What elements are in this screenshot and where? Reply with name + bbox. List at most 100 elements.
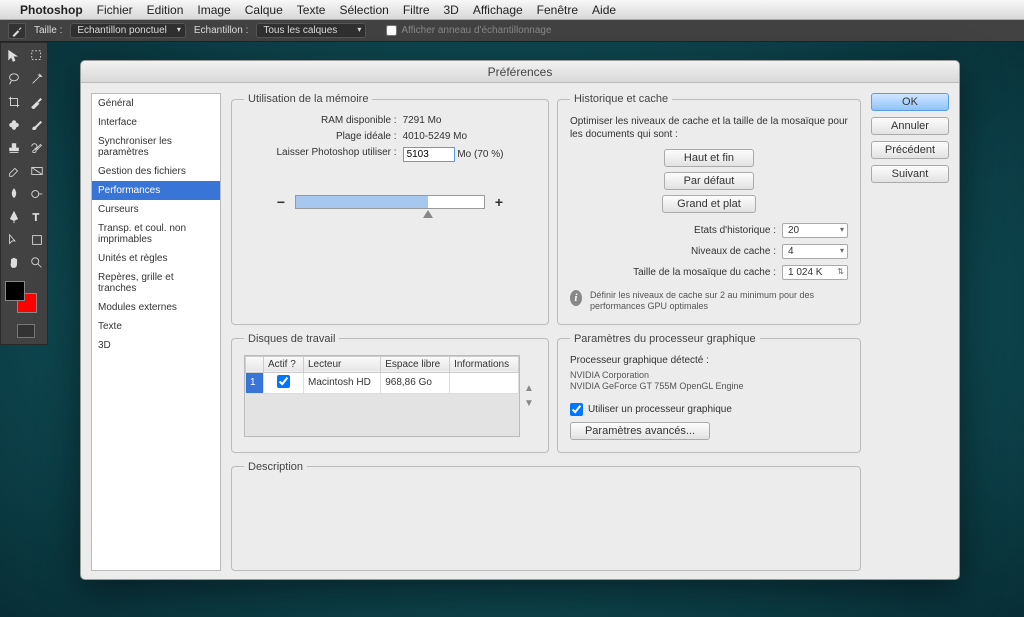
memory-amount-input[interactable] — [403, 147, 455, 162]
memory-unit-label: Mo (70 %) — [457, 149, 503, 160]
gpu-model: NVIDIA GeForce GT 755M OpenGL Engine — [570, 381, 848, 393]
cache-levels-dropdown[interactable]: 4 — [782, 244, 848, 259]
sidebar-item-cursors[interactable]: Curseurs — [92, 200, 220, 219]
next-button[interactable]: Suivant — [871, 165, 949, 183]
menu-edit[interactable]: Edition — [147, 3, 184, 17]
prev-button[interactable]: Précédent — [871, 141, 949, 159]
gradient-tool-icon[interactable] — [26, 160, 48, 182]
gpu-legend: Paramètres du processeur graphique — [570, 333, 760, 345]
sidebar-item-interface[interactable]: Interface — [92, 113, 220, 132]
history-brush-tool-icon[interactable] — [26, 137, 48, 159]
sidebar-item-plugins[interactable]: Modules externes — [92, 298, 220, 317]
sample-layers-dropdown[interactable]: Tous les calques — [256, 23, 366, 38]
history-states-dropdown[interactable]: 20 — [782, 223, 848, 238]
menu-file[interactable]: Fichier — [97, 3, 133, 17]
cache-levels-label: Niveaux de cache : — [633, 246, 776, 257]
description-group: Description — [231, 461, 861, 571]
stamp-tool-icon[interactable] — [3, 137, 25, 159]
use-gpu-checkbox[interactable]: Utiliser un processeur graphique — [570, 403, 848, 416]
sidebar-item-filehandling[interactable]: Gestion des fichiers — [92, 162, 220, 181]
preset-default-button[interactable]: Par défaut — [664, 172, 754, 190]
brush-tool-icon[interactable] — [26, 114, 48, 136]
cancel-button[interactable]: Annuler — [871, 117, 949, 135]
move-tool-icon[interactable] — [3, 45, 25, 67]
svg-text:T: T — [33, 212, 40, 224]
scratch-disks-group: Disques de travail Actif ? Lecteur Espac… — [231, 333, 549, 453]
memory-increase-button[interactable]: + — [493, 194, 505, 210]
preset-big-flat-button[interactable]: Grand et plat — [662, 195, 756, 213]
ram-available-label: RAM disponible : — [276, 115, 396, 126]
col-active: Actif ? — [264, 356, 304, 372]
memory-legend: Utilisation de la mémoire — [244, 93, 372, 105]
menu-3d[interactable]: 3D — [444, 3, 459, 17]
tools-panel: T — [0, 42, 48, 345]
disk-active-checkbox[interactable] — [277, 375, 290, 388]
history-legend: Historique et cache — [570, 93, 672, 105]
cache-tile-stepper[interactable]: 1 024 K — [782, 265, 848, 280]
table-row[interactable]: 1 Macintosh HD 968,86 Go — [246, 372, 519, 393]
menu-text[interactable]: Texte — [297, 3, 326, 17]
memory-decrease-button[interactable]: − — [275, 194, 287, 210]
quickmask-toggle[interactable] — [3, 320, 48, 342]
eraser-tool-icon[interactable] — [3, 160, 25, 182]
sidebar-item-units[interactable]: Unités et règles — [92, 249, 220, 268]
sidebar-item-transparency[interactable]: Transp. et coul. non imprimables — [92, 219, 220, 249]
memory-slider[interactable] — [295, 195, 485, 209]
scratch-disk-table[interactable]: Actif ? Lecteur Espace libre Information… — [244, 355, 520, 437]
zoom-tool-icon[interactable] — [26, 252, 48, 274]
history-states-label: Etats d'historique : — [633, 225, 776, 236]
ok-button[interactable]: OK — [871, 93, 949, 111]
disk-legend: Disques de travail — [244, 333, 339, 345]
sidebar-item-3d[interactable]: 3D — [92, 336, 220, 355]
menu-layer[interactable]: Calque — [245, 3, 283, 17]
menu-image[interactable]: Image — [197, 3, 230, 17]
options-bar: Taille : Echantillon ponctuel Echantillo… — [0, 20, 1024, 42]
sidebar-item-guides[interactable]: Repères, grille et tranches — [92, 268, 220, 298]
sample-size-dropdown[interactable]: Echantillon ponctuel — [70, 23, 186, 38]
active-tool-icon[interactable] — [8, 23, 26, 39]
move-disk-down-button[interactable]: ▼ — [524, 398, 536, 409]
sample-label: Echantillon : — [194, 25, 248, 36]
prefs-category-list: Général Interface Synchroniser les param… — [91, 93, 221, 571]
sidebar-item-general[interactable]: Général — [92, 94, 220, 113]
menu-help[interactable]: Aide — [592, 3, 616, 17]
shape-tool-icon[interactable] — [26, 229, 48, 251]
foreground-color-swatch[interactable] — [5, 281, 25, 301]
preferences-dialog: Préférences Général Interface Synchronis… — [80, 60, 960, 580]
ideal-range-value: 4010-5249 Mo — [403, 131, 504, 142]
gpu-detected-label: Processeur graphique détecté : — [570, 355, 848, 366]
gpu-settings-group: Paramètres du processeur graphique Proce… — [557, 333, 861, 453]
move-disk-up-button[interactable]: ▲ — [524, 383, 536, 394]
dodge-tool-icon[interactable] — [26, 183, 48, 205]
eyedropper-tool-icon[interactable] — [26, 91, 48, 113]
cache-info-text: Définir les niveaux de cache sur 2 au mi… — [590, 290, 848, 312]
hand-tool-icon[interactable] — [3, 252, 25, 274]
col-info: Informations — [450, 356, 519, 372]
app-name[interactable]: Photoshop — [20, 3, 83, 17]
preset-tall-thin-button[interactable]: Haut et fin — [664, 149, 754, 167]
col-free: Espace libre — [381, 356, 450, 372]
path-select-tool-icon[interactable] — [3, 229, 25, 251]
size-label: Taille : — [34, 25, 62, 36]
menu-window[interactable]: Fenêtre — [537, 3, 578, 17]
type-tool-icon[interactable]: T — [26, 206, 48, 228]
sidebar-item-sync[interactable]: Synchroniser les paramètres — [92, 132, 220, 162]
menu-selection[interactable]: Sélection — [339, 3, 388, 17]
menu-view[interactable]: Affichage — [473, 3, 523, 17]
menu-filter[interactable]: Filtre — [403, 3, 430, 17]
sidebar-item-type[interactable]: Texte — [92, 317, 220, 336]
gpu-advanced-button[interactable]: Paramètres avancés... — [570, 422, 710, 440]
healing-tool-icon[interactable] — [3, 114, 25, 136]
let-use-label: Laisser Photoshop utiliser : — [276, 147, 396, 162]
history-intro-text: Optimiser les niveaux de cache et la tai… — [570, 115, 848, 141]
sidebar-item-performance[interactable]: Performances — [92, 181, 220, 200]
lasso-tool-icon[interactable] — [3, 68, 25, 90]
marquee-tool-icon[interactable] — [26, 45, 48, 67]
color-swatch[interactable] — [3, 279, 48, 319]
wand-tool-icon[interactable] — [26, 68, 48, 90]
crop-tool-icon[interactable] — [3, 91, 25, 113]
dialog-buttons: OK Annuler Précédent Suivant — [871, 93, 949, 571]
blur-tool-icon[interactable] — [3, 183, 25, 205]
pen-tool-icon[interactable] — [3, 206, 25, 228]
sampling-ring-checkbox[interactable]: Afficher anneau d'échantillonnage — [386, 25, 551, 36]
